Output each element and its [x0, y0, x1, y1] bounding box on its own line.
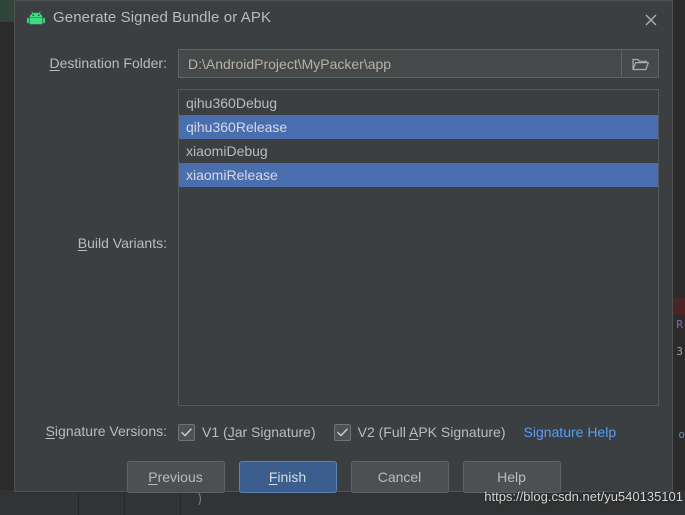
background-left-strip-top	[0, 0, 14, 22]
finish-button-label: inish	[277, 469, 307, 485]
background-code-fragment-2: 3	[676, 345, 683, 358]
signature-v1-prefix: V1 (	[202, 424, 228, 440]
signature-v1-checkbox[interactable]: V1 (Jar Signature)	[178, 423, 316, 441]
signature-v1-suffix: ar Signature)	[234, 424, 316, 440]
destination-folder-label: Destination Folder:	[15, 55, 167, 71]
cancel-button[interactable]: Cancel	[350, 461, 449, 493]
background-left-strip	[0, 0, 14, 515]
destination-folder-field[interactable]: D:\AndroidProject\MyPacker\app	[178, 49, 659, 78]
background-blue-fragment: o	[678, 428, 685, 441]
android-robot-icon	[27, 11, 45, 27]
background-red-block	[673, 297, 685, 315]
signature-v1-label: V1 (Jar Signature)	[202, 424, 316, 440]
build-variants-label: Build Variants:	[15, 235, 167, 251]
signature-v2-label: V2 (Full APK Signature)	[358, 424, 506, 440]
screen-root: R 3 o ) Generate Signed Bundle or APK De…	[0, 0, 685, 515]
checkmark-icon[interactable]	[178, 423, 195, 441]
finish-button-mnemonic: F	[268, 469, 278, 485]
build-variants-label-mnemonic: B	[77, 235, 88, 251]
signature-versions-label-rest: ignature Versions:	[54, 423, 167, 439]
previous-button-mnemonic: P	[148, 469, 158, 485]
build-variants-list[interactable]: qihu360Debug qihu360Release xiaomiDebug xia…	[178, 89, 659, 406]
help-button-label: Help	[497, 469, 526, 485]
build-variant-item[interactable]: xiaomiRelease	[179, 163, 658, 187]
build-variant-item[interactable]: xiaomiDebug	[179, 139, 658, 163]
signature-versions-label: Signature Versions:	[15, 423, 167, 439]
folder-open-icon[interactable]	[621, 50, 658, 77]
signature-versions-label-mnemonic: S	[45, 423, 55, 439]
previous-button[interactable]: Previous	[126, 461, 225, 493]
cancel-button-label: Cancel	[377, 469, 422, 485]
signature-v2-checkbox[interactable]: V2 (Full APK Signature)	[333, 423, 506, 441]
background-bottom-divider-2	[124, 490, 125, 515]
destination-folder-value: D:\AndroidProject\MyPacker\app	[188, 55, 392, 72]
destination-folder-label-rest: estination Folder:	[59, 55, 167, 71]
watermark-text: https://blog.csdn.net/yu540135101	[484, 489, 683, 504]
signature-v2-mnemonic: A	[408, 424, 419, 440]
build-variant-item[interactable]: qihu360Debug	[179, 91, 658, 115]
generate-signed-bundle-dialog: Generate Signed Bundle or APK Destinatio…	[14, 0, 673, 493]
previous-button-label: revious	[157, 469, 203, 485]
signature-versions-row: V1 (Jar Signature) V2 (Full APK Signatur…	[178, 421, 616, 443]
background-bottom-divider-1	[78, 490, 79, 515]
checkmark-icon[interactable]	[333, 423, 351, 441]
build-variant-item[interactable]: qihu360Release	[179, 115, 658, 139]
build-variants-label-rest: uild Variants:	[87, 235, 167, 251]
background-bottom-divider-3	[180, 490, 181, 515]
finish-button[interactable]: Finish	[238, 461, 337, 493]
signature-help-link[interactable]: Signature Help	[524, 424, 617, 440]
signature-v2-prefix: V2 (Full	[357, 424, 409, 440]
dialog-title: Generate Signed Bundle or APK	[53, 9, 272, 26]
signature-v1-mnemonic: J	[227, 424, 235, 440]
dialog-titlebar: Generate Signed Bundle or APK	[15, 1, 672, 37]
background-code-fragment-1: R	[676, 318, 683, 331]
destination-folder-label-mnemonic: D	[49, 55, 60, 71]
background-bottom-glyph: )	[196, 492, 204, 507]
signature-v2-suffix: PK Signature)	[418, 424, 506, 440]
close-icon[interactable]	[638, 7, 664, 33]
